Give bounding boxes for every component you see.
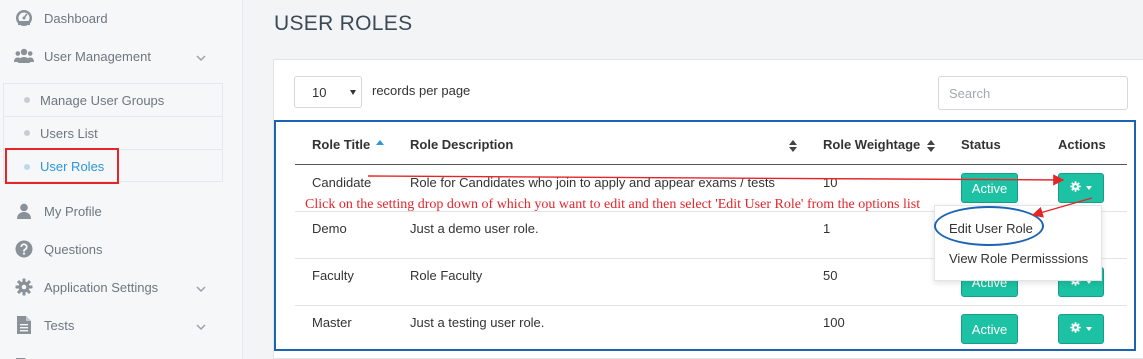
sidebar-item-label: Questions xyxy=(44,241,103,257)
sidebar-item-questions[interactable]: Questions xyxy=(0,230,243,268)
submenu-item-label: Users List xyxy=(40,125,98,141)
records-per-page-value: 10 xyxy=(312,84,327,100)
records-per-page-label: records per page xyxy=(372,83,471,98)
users-icon xyxy=(14,46,34,66)
annotation-text: Click on the setting drop down of which … xyxy=(305,197,921,212)
sidebar-item-label: User Management xyxy=(44,48,151,64)
records-per-page-select[interactable]: 10 xyxy=(294,76,362,108)
sidebar-item-label: Tests xyxy=(44,317,75,333)
question-icon xyxy=(14,239,34,259)
sidebar-item-my-profile[interactable]: My Profile xyxy=(0,192,243,230)
dashboard-icon xyxy=(14,8,34,28)
submenu-item-manage-user-groups[interactable]: Manage User Groups xyxy=(4,84,222,117)
chevron-down-icon xyxy=(196,319,206,334)
file-icon xyxy=(14,315,34,335)
sidebar-item-label: Dashboard xyxy=(44,10,108,26)
chevron-down-icon xyxy=(196,281,206,296)
file-icon xyxy=(16,352,30,359)
caret-down-icon xyxy=(350,90,356,95)
user-icon xyxy=(14,201,34,221)
chevron-down-icon xyxy=(196,50,206,65)
sidebar-item-dashboard[interactable]: Dashboard xyxy=(0,0,243,37)
sidebar-item-tests[interactable]: Tests xyxy=(0,306,243,344)
submenu-item-label: Manage User Groups xyxy=(40,92,165,108)
sidebar-item-label: Application Settings xyxy=(44,279,159,295)
menu-item-view-role-permissions[interactable]: View Role Permisssions xyxy=(949,251,1088,266)
sidebar-item-label: My Profile xyxy=(44,203,102,219)
highlight-box xyxy=(5,148,119,184)
submenu-item-users-list[interactable]: Users List xyxy=(4,117,222,150)
highlight-oval xyxy=(934,206,1044,246)
sidebar-item-user-management[interactable]: User Management xyxy=(0,37,243,75)
search-input[interactable] xyxy=(938,76,1128,110)
bullet-icon xyxy=(24,130,30,136)
sidebar-item-application-settings[interactable]: Application Settings xyxy=(0,268,243,306)
bullet-icon xyxy=(24,97,30,103)
gear-icon xyxy=(14,277,34,297)
page-title: USER ROLES xyxy=(274,12,413,35)
